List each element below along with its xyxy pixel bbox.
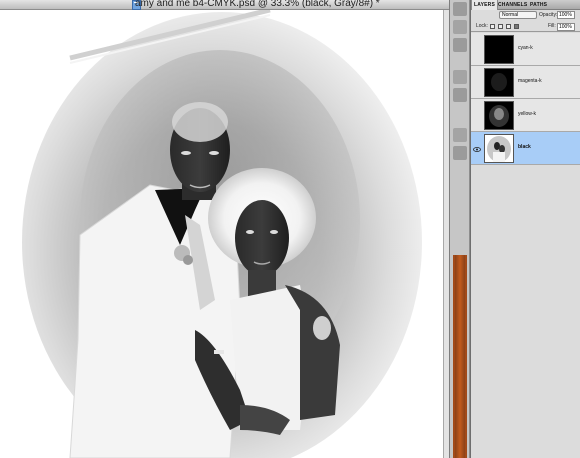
lock-paint-icon[interactable]	[498, 24, 503, 29]
lock-label: Lock:	[476, 23, 488, 29]
layer-thumbnail	[484, 35, 514, 64]
opacity-field[interactable]: 100%	[557, 11, 575, 19]
layers-empty-area	[471, 166, 580, 458]
document-window: amy and me b4-CMYK.psd @ 33.3% (black, G…	[0, 0, 449, 458]
lock-row: Lock: Fill: 100%	[471, 21, 580, 32]
document-titlebar[interactable]: amy and me b4-CMYK.psd @ 33.3% (black, G…	[0, 0, 449, 10]
styles-icon[interactable]	[453, 128, 467, 142]
fill-field[interactable]: 100%	[557, 23, 575, 31]
panel-tab-bar: LAYERS CHANNELS PATHS	[471, 0, 580, 10]
layer-row-black[interactable]: black	[471, 132, 580, 165]
desktop-background-strip-inner	[455, 255, 465, 458]
eye-icon[interactable]	[473, 142, 481, 153]
opacity-label: Opacity:	[539, 12, 558, 18]
blend-row: Normal Opacity: 100%	[471, 10, 580, 21]
document-title: amy and me b4-CMYK.psd @ 33.3% (black, G…	[135, 0, 380, 9]
visibility-toggle[interactable]	[473, 43, 481, 54]
layer-thumbnail	[484, 68, 514, 97]
visibility-toggle[interactable]	[473, 76, 481, 87]
tab-layers[interactable]: LAYERS	[471, 0, 499, 10]
image-canvas[interactable]	[0, 10, 449, 458]
layer-name: black	[518, 144, 531, 150]
photoshop-workspace: amy and me b4-CMYK.psd @ 33.3% (black, G…	[0, 0, 580, 458]
layers-panel: LAYERS CHANNELS PATHS Normal Opacity: 10…	[470, 0, 580, 458]
blend-mode-select[interactable]: Normal	[499, 11, 537, 19]
layer-thumbnail	[484, 101, 514, 130]
fill-label: Fill:	[548, 23, 556, 29]
navigator-icon[interactable]	[453, 146, 467, 160]
tab-paths[interactable]: PATHS	[528, 0, 549, 10]
color-icon[interactable]	[453, 70, 467, 84]
history-icon[interactable]	[453, 2, 467, 16]
swatches-icon[interactable]	[453, 88, 467, 102]
layer-thumbnail	[484, 134, 514, 163]
visibility-toggle[interactable]	[473, 109, 481, 120]
layer-name: magenta-k	[518, 78, 542, 84]
lock-all-icon[interactable]	[514, 24, 519, 29]
layer-row-yellow[interactable]: yellow-k	[471, 99, 580, 132]
layer-name: yellow-k	[518, 111, 537, 117]
brush-preset-icon[interactable]	[453, 38, 467, 52]
layer-row-cyan[interactable]: cyan-k	[471, 33, 580, 66]
actions-icon[interactable]	[453, 20, 467, 34]
lock-transparent-icon[interactable]	[490, 24, 495, 29]
lock-move-icon[interactable]	[506, 24, 511, 29]
tab-channels[interactable]: CHANNELS	[496, 0, 529, 10]
layer-row-magenta[interactable]: magenta-k	[471, 66, 580, 99]
layer-name: cyan-k	[518, 45, 533, 51]
